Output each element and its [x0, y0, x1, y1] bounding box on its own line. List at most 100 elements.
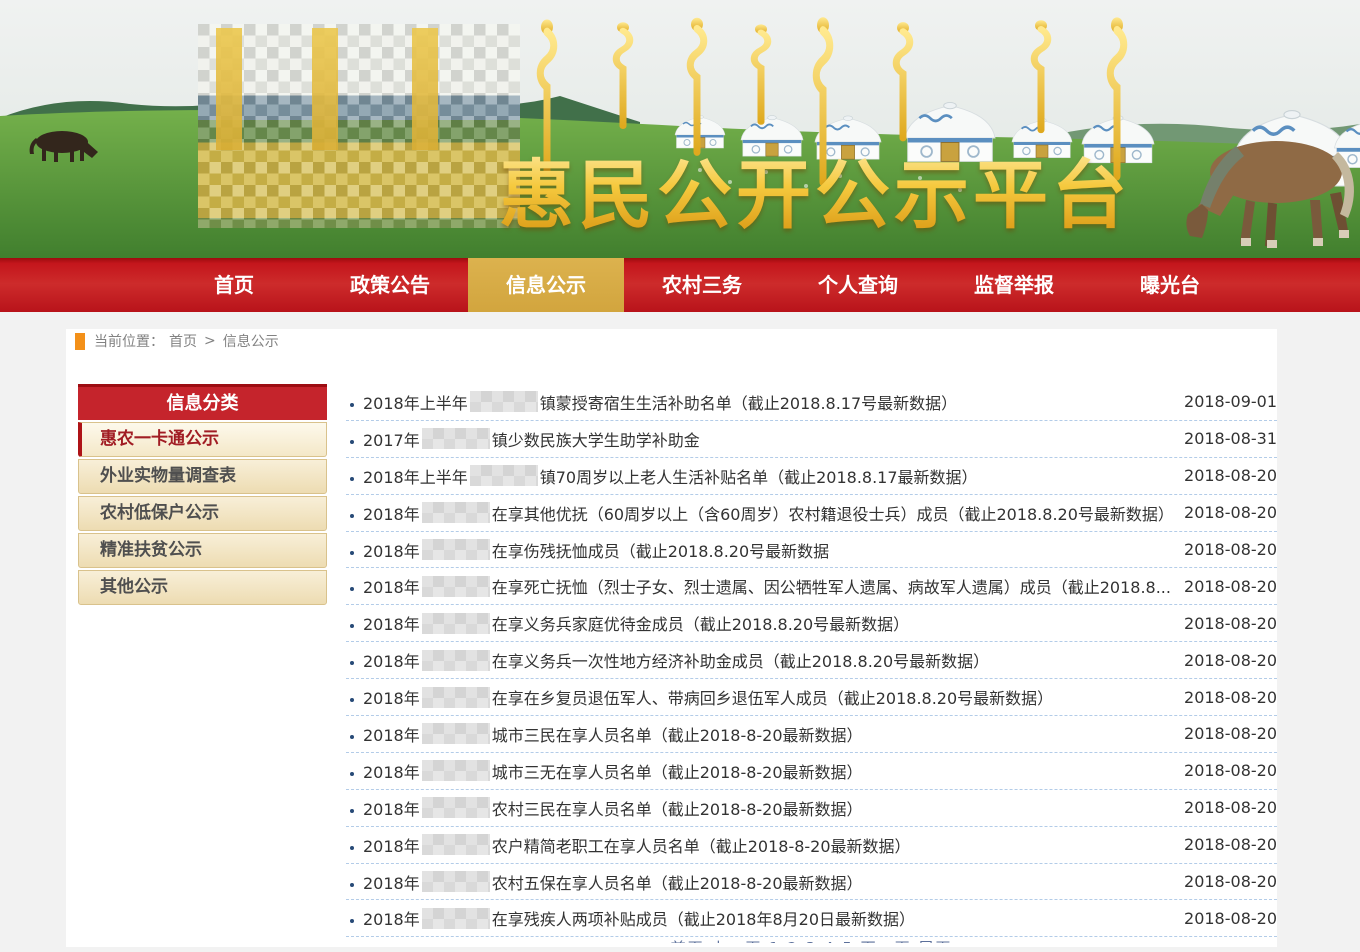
announcement-list: 2018年上半年镇蒙授寄宿生生活补助名单（截止2018.8.17号最新数据） 2…: [346, 384, 1277, 943]
list-item-date: 2018-08-20: [1184, 577, 1277, 596]
list-item[interactable]: 2018年 在享义务兵家庭优待金成员（截止2018.8.20号最新数据） 2018…: [346, 605, 1277, 642]
title-prefix: 2018年: [363, 611, 420, 635]
list-item-title[interactable]: 2018年在享义务兵一次性地方经济补助金成员（截止2018.8.20号最新数据）: [363, 648, 1170, 672]
list-item[interactable]: 2018年农户精简老职工在享人员名单（截止2018-8-20最新数据） 2018…: [346, 827, 1277, 864]
title-text: 在享伤残抚恤成员（截止2018.8.20号最新数据: [492, 538, 829, 562]
title-prefix: 2018年: [363, 501, 420, 525]
title-text: 农村三民在享人员名单（截止2018-8-20最新数据）: [492, 796, 863, 820]
list-item-title[interactable]: 2018年上半年 镇70周岁以上老人生活补贴名单（截止2018.8.17最新数据）: [363, 464, 1170, 488]
list-item-date: 2018-08-20: [1184, 466, 1277, 485]
title-prefix: 2018年上半年: [363, 464, 468, 488]
redacted-town-name: [422, 428, 490, 449]
list-item[interactable]: 2018年城市三民在享人员名单（截止2018-8-20最新数据） 2018-08…: [346, 716, 1277, 753]
site-title: 惠民公开公示平台: [499, 134, 1131, 243]
nav-tab-rural[interactable]: 农村三务: [624, 258, 780, 312]
list-item-date: 2018-08-20: [1184, 540, 1277, 559]
nav-tab-info[interactable]: 信息公示: [468, 258, 624, 312]
list-item-title[interactable]: 2018年 在享义务兵家庭优待金成员（截止2018.8.20号最新数据）: [363, 611, 1170, 635]
title-prefix: 2018年: [363, 722, 420, 746]
list-item-title[interactable]: 2018年 在享残疾人两项补贴成员（截止2018年8月20日最新数据）: [363, 906, 1170, 930]
nav-tab-policy[interactable]: 政策公告: [312, 258, 468, 312]
sidebar-item-other[interactable]: 其他公示: [78, 570, 327, 605]
breadcrumb-home-link[interactable]: 首页: [169, 331, 197, 351]
list-item-title[interactable]: 2018年农村五保在享人员名单（截止2018-8-20最新数据）: [363, 870, 1170, 894]
header-banner: 惠民公开公示平台: [0, 0, 1360, 258]
bullet-icon: [350, 587, 354, 591]
list-item[interactable]: 2018年在享伤残抚恤成员（截止2018.8.20号最新数据 2018-08-2…: [346, 532, 1277, 569]
redacted-script-column: [312, 28, 338, 150]
list-item-title[interactable]: 2018年在享伤残抚恤成员（截止2018.8.20号最新数据: [363, 538, 1170, 562]
list-item[interactable]: 2018年上半年 镇70周岁以上老人生活补贴名单（截止2018.8.17最新数据）…: [346, 458, 1277, 495]
list-item[interactable]: 2017年镇少数民族大学生助学补助金 2018-08-31: [346, 421, 1277, 458]
list-item-title[interactable]: 2018年城市三无在享人员名单（截止2018-8-20最新数据）: [363, 759, 1170, 783]
list-item-title[interactable]: 2018年农村三民在享人员名单（截止2018-8-20最新数据）: [363, 796, 1170, 820]
redacted-town-name: [422, 576, 490, 597]
list-item-date: 2018-08-20: [1184, 651, 1277, 670]
list-item-date: 2018-09-01: [1184, 392, 1277, 411]
main-nav: 首页 政策公告 信息公示 农村三务 个人查询 监督举报 曝光台: [0, 258, 1360, 312]
bullet-icon: [350, 403, 354, 407]
nav-tab-supervise[interactable]: 监督举报: [936, 258, 1092, 312]
list-item[interactable]: 2018年上半年镇蒙授寄宿生生活补助名单（截止2018.8.17号最新数据） 2…: [346, 384, 1277, 421]
list-item[interactable]: 2018年农村五保在享人员名单（截止2018-8-20最新数据） 2018-08…: [346, 864, 1277, 901]
sidebar-item-fupin[interactable]: 精准扶贫公示: [78, 533, 327, 568]
bullet-icon: [350, 772, 354, 776]
sidebar-item-survey[interactable]: 外业实物量调查表: [78, 459, 327, 494]
breadcrumb-separator: >: [204, 333, 216, 349]
breadcrumb-marker-icon: [75, 333, 85, 350]
content-container: 当前位置： 首页 > 信息公示 信息分类 惠农一卡通公示 外业实物量调查表 农村…: [66, 329, 1277, 947]
list-item-title[interactable]: 2018年农户精简老职工在享人员名单（截止2018-8-20最新数据）: [363, 833, 1170, 857]
title-text: 镇蒙授寄宿生生活补助名单（截止2018.8.17号最新数据）: [540, 390, 957, 414]
list-item-date: 2018-08-20: [1184, 503, 1277, 522]
bullet-icon: [350, 919, 354, 923]
title-text: 在享义务兵家庭优待金成员（截止2018.8.20号最新数据）: [492, 611, 909, 635]
list-item-date: 2018-08-20: [1184, 614, 1277, 633]
title-prefix: 2018年: [363, 685, 420, 709]
list-item[interactable]: 2018年 在享残疾人两项补贴成员（截止2018年8月20日最新数据） 2018-…: [346, 900, 1277, 937]
list-item-date: 2018-08-20: [1184, 761, 1277, 780]
title-prefix: 2017年: [363, 427, 420, 451]
breadcrumb-current: 信息公示: [223, 331, 279, 351]
title-text: 在享残疾人两项补贴成员（截止2018年8月20日最新数据）: [492, 906, 915, 930]
redacted-town-name: [422, 723, 490, 744]
bullet-icon: [350, 883, 354, 887]
list-item-title[interactable]: 2017年 镇少数民族大学生助学补助金: [363, 427, 1170, 451]
list-item-title[interactable]: 2018年上半年镇蒙授寄宿生生活补助名单（截止2018.8.17号最新数据）: [363, 390, 1170, 414]
redacted-town-name: [422, 834, 490, 855]
title-text: 城市三民在享人员名单（截止2018-8-20最新数据）: [492, 722, 863, 746]
redacted-script-column: [412, 28, 438, 150]
nav-tab-home[interactable]: 首页: [156, 258, 312, 312]
sidebar-item-yikatong[interactable]: 惠农一卡通公示: [78, 422, 327, 457]
redacted-script-column: [216, 28, 242, 150]
list-item-title[interactable]: 2018年 在享其他优抚（60周岁以上（含60周岁）农村籍退役士兵）成员（截止20…: [363, 501, 1170, 525]
redacted-town-name: [470, 465, 538, 486]
redacted-town-name: [422, 502, 490, 523]
bullet-icon: [350, 846, 354, 850]
title-text: 农村五保在享人员名单（截止2018-8-20最新数据）: [492, 870, 863, 894]
list-item[interactable]: 2018年农村三民在享人员名单（截止2018-8-20最新数据） 2018-08…: [346, 790, 1277, 827]
category-sidebar: 信息分类 惠农一卡通公示 外业实物量调查表 农村低保户公示 精准扶贫公示 其他公…: [78, 384, 327, 943]
sidebar-item-dibao[interactable]: 农村低保户公示: [78, 496, 327, 531]
title-prefix: 2018年: [363, 759, 420, 783]
title-text: 镇70周岁以上老人生活补贴名单（截止2018.8.17最新数据）: [540, 464, 978, 488]
nav-tab-personal[interactable]: 个人查询: [780, 258, 936, 312]
pagination-bar[interactable]: 首页 上一页 1 2 3 4 5 下一页 尾页: [346, 937, 1277, 943]
bullet-icon: [350, 624, 354, 628]
list-item[interactable]: 2018年在享义务兵一次性地方经济补助金成员（截止2018.8.20号最新数据）…: [346, 642, 1277, 679]
list-item-date: 2018-08-20: [1184, 909, 1277, 928]
list-item-title[interactable]: 2018年在享在乡复员退伍军人、带病回乡退伍军人成员（截止2018.8.20号最…: [363, 685, 1170, 709]
title-text: 在享义务兵一次性地方经济补助金成员（截止2018.8.20号最新数据）: [492, 648, 989, 672]
list-item-title[interactable]: 2018年在享死亡抚恤（烈士子女、烈士遗属、因公牺牲军人遗属、病故军人遗属）成员…: [363, 574, 1170, 598]
list-item[interactable]: 2018年城市三无在享人员名单（截止2018-8-20最新数据） 2018-08…: [346, 753, 1277, 790]
list-item-title[interactable]: 2018年 城市三民在享人员名单（截止2018-8-20最新数据）: [363, 722, 1170, 746]
list-item[interactable]: 2018年在享在乡复员退伍军人、带病回乡退伍军人成员（截止2018.8.20号最…: [346, 679, 1277, 716]
redacted-mosaic: [198, 24, 520, 228]
title-text: 镇少数民族大学生助学补助金: [492, 427, 700, 451]
redacted-town-name: [422, 613, 490, 634]
redacted-town-name: [422, 650, 490, 671]
title-prefix: 2018年: [363, 906, 420, 930]
list-item[interactable]: 2018年在享死亡抚恤（烈士子女、烈士遗属、因公牺牲军人遗属、病故军人遗属）成员…: [346, 568, 1277, 605]
nav-tab-exposure[interactable]: 曝光台: [1092, 258, 1248, 312]
title-text: 在享其他优抚（60周岁以上（含60周岁）农村籍退役士兵）成员（截止2018.8.…: [492, 501, 1170, 525]
list-item[interactable]: 2018年 在享其他优抚（60周岁以上（含60周岁）农村籍退役士兵）成员（截止20…: [346, 495, 1277, 532]
